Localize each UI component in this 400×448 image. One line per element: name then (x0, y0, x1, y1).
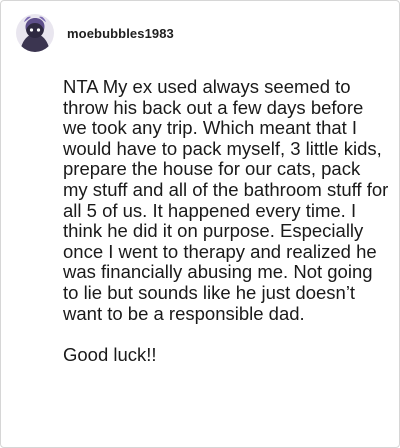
avatar[interactable] (16, 14, 54, 52)
comment-paragraph: NTA My ex used always seemed to throw hi… (63, 76, 389, 324)
comment-body: NTA My ex used always seemed to throw hi… (63, 76, 389, 365)
username[interactable]: moebubbles1983 (67, 26, 174, 41)
cartoon-character-avatar-icon (16, 14, 54, 52)
comment-header: moebubbles1983 (16, 14, 174, 52)
comment-card: moebubbles1983 NTA My ex used always see… (0, 0, 400, 448)
comment-paragraph: Good luck!! (63, 343, 157, 365)
